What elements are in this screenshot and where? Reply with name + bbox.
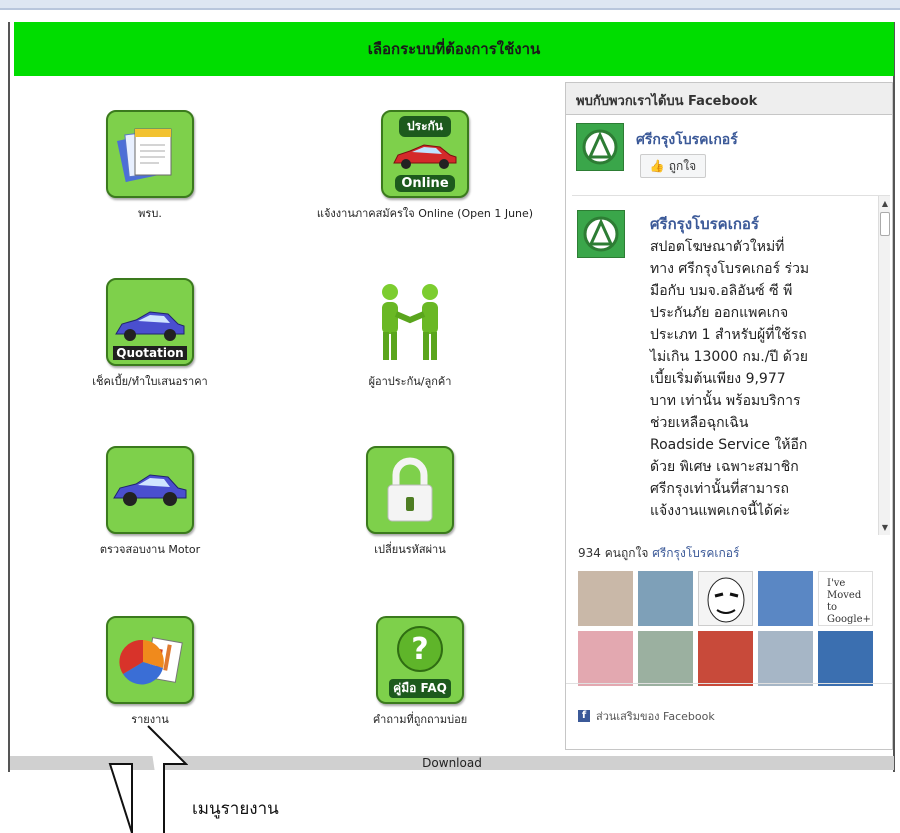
tile-label: ผู้อาประกัน/ลูกค้า [368, 375, 452, 388]
tile-label: คำถามที่ถูกถามบ่อย [372, 713, 468, 726]
red-car-icon [393, 144, 457, 169]
post-line: ศรีกรุงเท่านั้นที่สามารถ [650, 481, 789, 497]
tile-change-password[interactable]: เปลี่ยนรหัสผ่าน [360, 446, 460, 558]
faq-icon[interactable]: ? คู่มือ FAQ [376, 616, 464, 704]
tile-motor-check[interactable]: ตรวจสอบงาน Motor [80, 446, 220, 558]
divider [566, 683, 892, 684]
facebook-feed[interactable]: ศรีกรุงโบรคเกอร์ สปอตโฆษณาตัวใหม่ที่ ทาง… [572, 195, 890, 535]
tile-compulsory-insurance[interactable]: พรบ. [100, 110, 200, 222]
likes-page-link[interactable]: ศรีกรุงโบรคเกอร์ [652, 546, 739, 560]
frame-left-border [8, 22, 10, 772]
fan-avatar[interactable] [578, 631, 633, 686]
annotation-caption: เมนูรายงาน [192, 799, 279, 819]
scroll-thumb[interactable] [880, 212, 890, 236]
post-line: สปอตโฆษณาตัวใหม่ที่ [650, 239, 785, 255]
like-button-label: ถูกใจ [668, 158, 697, 173]
page-name-link[interactable]: ศรีกรุงโบรคเกอร์ [636, 129, 738, 151]
fan-avatar[interactable]: I've Moved to Google+ [818, 571, 873, 626]
post-line: บาท เท่านั้น พร้อมบริการ [650, 393, 801, 409]
post-line: ทาง ศรีกรุงโบรคเกอร์ ร่วม [650, 261, 810, 277]
thumbs-up-icon: 👍 [649, 159, 665, 173]
like-button[interactable]: 👍 ถูกใจ [640, 154, 706, 178]
facebook-box-title: พบกับพวกเราได้บน Facebook [566, 83, 892, 115]
tile-faq[interactable]: ? คู่มือ FAQ คำถามที่ถูกถามบ่อย [330, 616, 510, 728]
tile-online-report[interactable]: ประกัน Online แจ้งงานภาคสมัครใจ Online (… [290, 110, 560, 222]
question-mark-icon: ? [397, 626, 443, 672]
system-select-header: เลือกระบบที่ต้องการใช้งาน [14, 22, 894, 76]
scroll-up-arrow-icon[interactable]: ▲ [879, 198, 890, 210]
svg-text:?: ? [411, 632, 428, 667]
tile-quotation[interactable]: Quotation เช็คเบี้ย/ทำใบเสนอราคา [80, 278, 220, 390]
tile-label: พรบ. [138, 207, 162, 220]
facebook-f-icon: f [578, 710, 590, 722]
post-line: ประเภท 1 สำหรับผู้ที่ใช้รถ [650, 327, 807, 343]
page-logo-icon[interactable] [576, 123, 624, 171]
likes-count-line: 934 คนถูกใจ ศรีกรุงโบรคเกอร์ [578, 544, 739, 563]
post-line: เบี้ยเริ่มต้นเพียง 9,977 [650, 371, 786, 387]
documents-icon[interactable] [106, 110, 194, 198]
post-avatar-icon[interactable] [577, 210, 625, 258]
handshake-icon[interactable] [366, 278, 454, 366]
badge-bottom: Online [395, 175, 455, 192]
frame-right-border [893, 22, 895, 772]
post-author-link[interactable]: ศรีกรุงโบรคเกอร์ [650, 212, 759, 236]
facebook-plugin-credit[interactable]: f ส่วนเสริมของ Facebook [578, 707, 715, 725]
fan-avatar[interactable] [638, 571, 693, 626]
padlock-icon[interactable] [366, 446, 454, 534]
plugin-credit-text: ส่วนเสริมของ Facebook [596, 710, 715, 723]
scroll-down-arrow-icon[interactable]: ▼ [879, 522, 890, 534]
tile-report[interactable]: รายงาน [100, 616, 200, 728]
pie-chart-icon[interactable] [106, 616, 194, 704]
fan-avatar[interactable] [638, 631, 693, 686]
online-car-icon[interactable]: ประกัน Online [381, 110, 469, 198]
fan-avatar[interactable] [818, 631, 873, 686]
fan-avatar[interactable] [698, 631, 753, 686]
badge-top: ประกัน [399, 116, 451, 137]
post-line: ช่วยเหลือฉุกเฉิน [650, 415, 749, 431]
facebook-like-box: พบกับพวกเราได้บน Facebook ศรีกรุงโบรคเกอ… [565, 82, 893, 750]
feed-scrollbar[interactable]: ▲ ▼ [878, 196, 890, 535]
likes-count: 934 คนถูกใจ [578, 546, 649, 560]
post-text: สปอตโฆษณาตัวใหม่ที่ ทาง ศรีกรุงโบรคเกอร์… [650, 236, 850, 522]
annotation-arrow-icon [108, 725, 188, 833]
blue-car-icon [115, 311, 185, 341]
header-title: เลือกระบบที่ต้องการใช้งาน [367, 40, 541, 58]
download-label: Download [422, 756, 482, 770]
faq-badge: คู่มือ FAQ [389, 679, 451, 698]
fan-avatar[interactable] [758, 631, 813, 686]
fan-avatar[interactable] [758, 571, 813, 626]
tile-label: เช็คเบี้ย/ทำใบเสนอราคา [92, 375, 208, 388]
post-line: Roadside Service ให้อีก [650, 437, 808, 453]
post-line: ด้วย พิเศษ เฉพาะสมาชิก [650, 459, 799, 475]
browser-top-edge [0, 0, 900, 10]
fan-avatar[interactable] [578, 571, 633, 626]
post-line: มือกับ บมจ.อลิอันซ์ ซี พี [650, 283, 793, 299]
page: เลือกระบบที่ต้องการใช้งาน พรบ. ประกัน On… [0, 0, 900, 833]
tile-label: แจ้งงานภาคสมัครใจ Online (Open 1 June) [316, 207, 534, 220]
post-line: ประกันภัย ออกแพคเกจ [650, 305, 789, 321]
car-icon[interactable] [106, 446, 194, 534]
tile-label: ตรวจสอบงาน Motor [99, 543, 201, 556]
tile-insured-customers[interactable]: ผู้อาประกัน/ลูกค้า [340, 278, 480, 390]
post-line: แจ้งงานแพคเกจนี้ได้ค่ะ [650, 503, 790, 519]
tile-label: เปลี่ยนรหัสผ่าน [374, 543, 446, 556]
fan-avatar[interactable] [698, 571, 753, 626]
quotation-badge: Quotation [113, 346, 187, 360]
quotation-car-icon[interactable]: Quotation [106, 278, 194, 366]
post-line: ไม่เกิน 13000 กม./ปี ด้วย [650, 349, 808, 365]
